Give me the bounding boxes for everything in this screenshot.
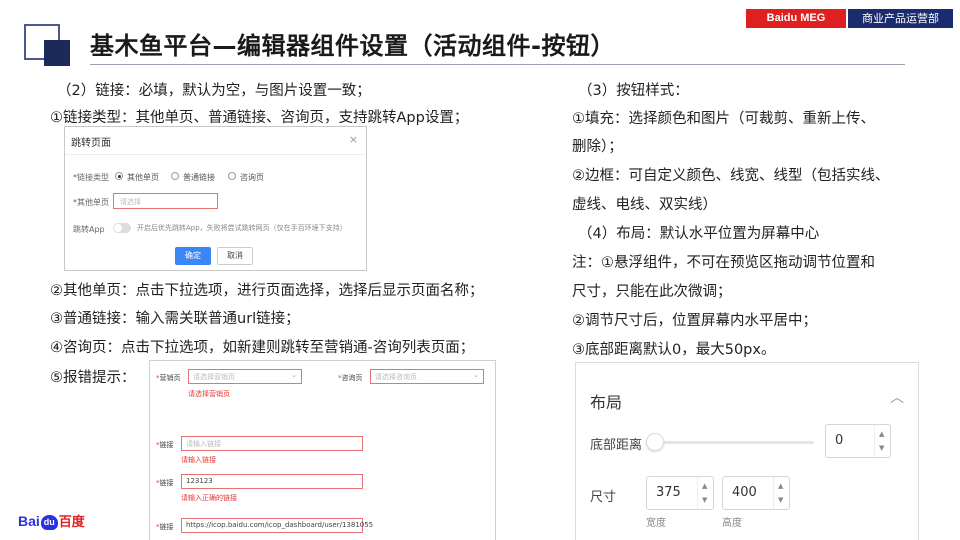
link-input-2-value: 123123 (186, 477, 213, 485)
badge-department: 商业产品运营部 (848, 9, 953, 28)
radio-normal-link[interactable] (171, 172, 179, 180)
height-value: 400 (732, 485, 757, 500)
text-other-page: ②其他单页：点击下拉选项，进行页面选择，选择后显示页面名称； (50, 283, 484, 299)
radio-other-page[interactable] (115, 172, 123, 180)
text-note-3: ③底部距离默认0，最大50px。 (572, 342, 776, 358)
link-input-3[interactable]: https://icop.baidu.com/icop_dashboard/us… (181, 518, 373, 533)
link-input-1-placeholder: 请输入链接 (186, 440, 221, 448)
link-2-error: 请输入正确的链接 (181, 494, 237, 502)
dialog-title: 跳转页面 (71, 138, 111, 149)
badge-baidu-meg: Baidu MEG (746, 9, 846, 28)
text-border-cont: 虚线、电线、双实线） (572, 197, 717, 213)
close-icon[interactable]: × (349, 133, 358, 146)
page-title: 基木鱼平台—编辑器组件设置（活动组件-按钮） (90, 32, 615, 60)
stepper-up-icon[interactable]: ▲ (778, 482, 783, 490)
bottom-distance-stepper[interactable]: ▲ ▼ (874, 425, 890, 457)
marketing-page-select[interactable]: 请选择营销页 ⌄ (188, 369, 302, 384)
text-note-2: ②调节尺寸后，位置屏幕内水平居中； (572, 313, 817, 329)
radio-normal-link-label: 普通链接 (183, 173, 215, 182)
text-error-hint: ⑤报错提示： (50, 370, 136, 386)
link-label-3: *链接 (156, 523, 174, 531)
link-label-2: *链接 (156, 479, 174, 487)
link-1-error: 请输入链接 (181, 456, 216, 464)
text-note-1-cont: 尺寸，只能在此次微调； (572, 284, 732, 300)
text-consult-page: ④咨询页：点击下拉选项，如新建则跳转至营销通-咨询列表页面； (50, 340, 475, 356)
other-page-select-placeholder: 请选择 (120, 198, 141, 206)
marketing-page-label: *营销页 (156, 374, 181, 382)
bottom-distance-value: 0 (835, 433, 844, 448)
width-input[interactable]: 375 ▲ ▼ (646, 476, 714, 510)
layout-panel-title: 布局 (590, 393, 623, 412)
jump-app-label: 跳转App (73, 225, 105, 234)
text-normal-link: ③普通链接：输入需关联普通url链接； (50, 311, 300, 327)
bottom-distance-label: 底部距离 (590, 438, 643, 453)
stepper-up-icon[interactable]: ▲ (879, 430, 884, 438)
stepper-down-icon[interactable]: ▼ (778, 496, 783, 504)
jump-app-toggle[interactable] (113, 223, 131, 233)
logo-square-solid (44, 40, 70, 66)
radio-consult-page-label: 咨询页 (240, 173, 264, 182)
jump-page-dialog: 跳转页面 × *链接类型 其他单页 普通链接 咨询页 *其他单页 请选择 跳转A… (64, 126, 367, 271)
title-divider (90, 64, 905, 65)
text-link-types: ①链接类型：其他单页、普通链接、咨询页，支持跳转App设置； (50, 110, 469, 126)
stepper-down-icon[interactable]: ▼ (879, 444, 884, 452)
marketing-page-error: 请选择营销页 (188, 390, 230, 398)
width-caption: 宽度 (646, 518, 666, 529)
confirm-button[interactable]: 确定 (175, 247, 211, 265)
paw-icon: du (40, 515, 58, 530)
text-note-1: 注：①悬浮组件，不可在预览区拖动调节位置和 (572, 255, 875, 271)
dialog-header: 跳转页面 × (65, 127, 366, 155)
marketing-page-placeholder: 请选择营销页 (193, 373, 235, 381)
stepper-down-icon[interactable]: ▼ (702, 496, 707, 504)
bottom-distance-input[interactable]: 0 ▲ ▼ (825, 424, 891, 458)
bottom-distance-slider-track[interactable] (658, 441, 814, 444)
other-page-select[interactable]: 请选择 (113, 193, 218, 209)
consult-page-select[interactable]: 请选择咨询页 ⌄ (370, 369, 484, 384)
bottom-distance-slider-handle[interactable] (646, 433, 664, 451)
link-input-1[interactable]: 请输入链接 (181, 436, 363, 451)
height-stepper[interactable]: ▲ ▼ (773, 477, 789, 509)
baidu-logo: Bai du 百度 (18, 513, 85, 530)
chevron-down-icon: ⌄ (291, 371, 297, 379)
cancel-button[interactable]: 取消 (217, 247, 253, 265)
text-layout: （4）布局：默认水平位置为屏幕中心 (578, 226, 820, 242)
text-fill: ①填充：选择颜色和图片（可裁剪、重新上传、 (572, 111, 875, 127)
size-label: 尺寸 (590, 490, 617, 505)
link-input-2[interactable]: 123123 (181, 474, 363, 489)
layout-panel: 布局 ︿ 底部距离 0 ▲ ▼ 尺寸 375 ▲ ▼ 400 ▲ ▼ 宽度 高度 (575, 362, 919, 540)
chevron-up-icon[interactable]: ︿ (890, 387, 904, 407)
error-form-screenshot: *营销页 请选择营销页 ⌄ 请选择营销页 *咨询页 请选择咨询页 ⌄ *链接 请… (149, 360, 496, 540)
text-fill-cont: 删除）； (572, 139, 623, 155)
link-label-1: *链接 (156, 441, 174, 449)
consult-page-placeholder: 请选择咨询页 (375, 373, 417, 381)
text-border: ②边框：可自定义颜色、线宽、线型（包括实线、 (572, 168, 890, 184)
link-type-label: *链接类型 (73, 173, 109, 182)
height-caption: 高度 (722, 518, 742, 529)
stepper-up-icon[interactable]: ▲ (702, 482, 707, 490)
height-input[interactable]: 400 ▲ ▼ (722, 476, 790, 510)
consult-page-label: *咨询页 (338, 374, 363, 382)
width-stepper[interactable]: ▲ ▼ (697, 477, 713, 509)
radio-other-page-label: 其他单页 (127, 173, 159, 182)
text-link-required: （2）链接：必填，默认为空，与图片设置一致； (57, 83, 371, 99)
radio-consult-page[interactable] (228, 172, 236, 180)
width-value: 375 (656, 485, 681, 500)
chevron-down-icon: ⌄ (473, 371, 479, 379)
jump-app-hint: 开启后优先跳转App，失败将尝试跳转网页（仅在手百环境下支持） (137, 224, 347, 232)
link-input-3-value: https://icop.baidu.com/icop_dashboard/us… (186, 521, 374, 529)
other-page-label: *其他单页 (73, 198, 109, 207)
text-button-style: （3）按钮样式： (578, 83, 689, 99)
